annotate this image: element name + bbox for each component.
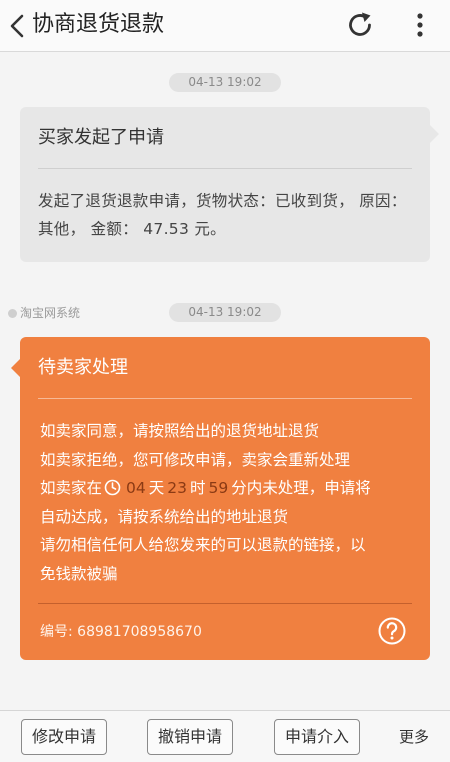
request-intervention-button[interactable]: 申请介入 — [274, 719, 360, 755]
header-bar: 协商退货退款 — [0, 0, 450, 52]
order-number: 编号: 68981708958670 — [40, 624, 202, 640]
sender-name: 淘宝网系统 — [20, 306, 81, 320]
message-timestamp: 04-13 19:02 — [169, 73, 281, 92]
back-icon[interactable] — [6, 12, 28, 40]
message-title: 买家发起了申请 — [38, 127, 164, 148]
clock-icon — [104, 479, 121, 496]
refresh-icon[interactable] — [345, 10, 375, 40]
cancel-request-button[interactable]: 撤销申请 — [147, 719, 233, 755]
more-button[interactable]: 更多 — [399, 727, 429, 747]
divider — [38, 603, 412, 604]
countdown-line: 如卖家在 04 天 23 时 59 分内未处理，申请将 — [40, 479, 371, 497]
bottom-action-bar: 修改申请 撤销申请 申请介入 更多 — [0, 710, 450, 762]
message-body: 发起了退货退款申请，货物状态：已收到货， 原因：其他， 金额： 47.53 元。 — [38, 192, 407, 238]
message-timestamp: 04-13 19:02 — [169, 303, 281, 322]
message-line: 如卖家同意，请按照给出的退货地址退货 — [40, 422, 320, 440]
seller-pending-message: 待卖家处理 如卖家同意，请按照给出的退货地址退货 如卖家拒绝，您可修改申请，卖家… — [11, 337, 430, 660]
countdown-days: 04 — [126, 479, 146, 497]
page-title: 协商退货退款 — [32, 12, 165, 37]
divider — [38, 398, 412, 399]
sender-label: 淘宝网系统 — [8, 305, 80, 321]
more-vertical-icon[interactable] — [408, 10, 432, 40]
message-line: 自动达成，请按系统给出的地址退货 — [40, 507, 289, 526]
message-line: 如卖家拒绝，您可修改申请，卖家会重新处理 — [40, 450, 351, 469]
sender-avatar — [8, 309, 17, 318]
buyer-request-message: 买家发起了申请 发起了退货退款申请，货物状态：已收到货， 原因：其他， 金额： … — [20, 107, 439, 262]
message-body: 如卖家同意，请按照给出的退货地址退货 如卖家拒绝，您可修改申请，卖家会重新处理 … — [40, 417, 416, 588]
divider — [38, 168, 412, 169]
message-line: 请勿相信任何人给您发来的可以退款的链接，以 — [40, 536, 366, 554]
modify-request-button[interactable]: 修改申请 — [21, 719, 107, 755]
message-line: 免钱款被骗 — [40, 564, 118, 583]
countdown-hours: 23 — [167, 479, 187, 497]
help-icon[interactable] — [377, 616, 407, 646]
message-title: 待卖家处理 — [38, 357, 128, 378]
countdown-minutes: 59 — [208, 479, 229, 497]
